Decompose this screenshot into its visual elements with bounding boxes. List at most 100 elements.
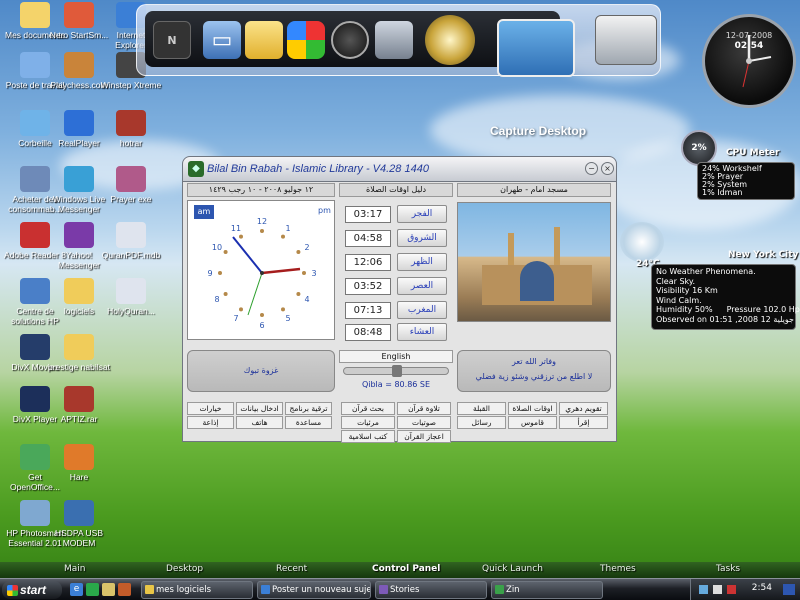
start-button[interactable]: start [2,581,62,599]
menu-item-desktop[interactable]: Desktop [166,564,203,574]
prayer-time-value: 12:06 [345,254,391,271]
pdf-file-icon [116,222,146,248]
toolbar-button[interactable]: بحث قرآن [341,402,395,415]
menu-item-recent[interactable]: Recent [276,564,307,574]
prayer-name-button[interactable]: الظهر [397,253,447,271]
qibla-slider[interactable] [343,365,449,377]
clock-tick [223,292,228,296]
quick-launch-ie-icon[interactable]: e [70,583,83,596]
toolbar-button[interactable]: صوتيات [397,416,451,429]
toolbar-button[interactable]: خيارات [187,402,234,415]
tray-network-icon[interactable] [699,585,708,594]
prayer-name-button[interactable]: العصر [397,277,447,295]
tray-lang-icon[interactable] [783,584,795,595]
toolbar-button[interactable]: كتب اسلامية [341,430,395,443]
chess-icon [64,52,94,78]
toolbar-button[interactable]: ترقية برنامج [285,402,332,415]
toolbar-button[interactable]: اوقات الصلاة [508,402,557,415]
folder-icon [64,278,94,304]
clock-number: 5 [285,314,290,323]
prayer-name-button[interactable]: المغرب [397,301,447,319]
tray-volume-icon[interactable] [713,585,722,594]
hare-icon [64,444,94,470]
toolbar-button[interactable]: اعجاز القرآن [397,430,451,443]
slider-thumb-icon[interactable] [392,365,402,377]
prayer-name-button[interactable]: العشاء [397,323,447,341]
capture-camera-icon[interactable] [497,19,575,77]
analog-clock-widget[interactable]: 12-07-2008 02:54 [702,14,796,108]
window-titlebar[interactable]: ◆ Bilal Bin Rabah - Islamic Library - V4… [182,156,617,182]
winrar-icon [116,110,146,136]
weather-line: Clear Sky. [656,276,696,286]
toolbar-button[interactable]: إذاعة [187,416,234,429]
recycle-bin-icon [20,110,50,136]
start-label: start [20,583,47,597]
toolbar-button[interactable]: مرئيات [341,416,395,429]
computer-icon[interactable]: ▭ [203,21,241,59]
clock-tick [239,234,243,239]
desktop-menu-bar: Main Desktop Recent Control Panel Quick Laun… [0,562,800,578]
desktop-shortcut[interactable]: HSDPA USB MODEM [48,500,110,548]
minimize-button[interactable]: − [585,162,598,175]
desktop-shortcut[interactable]: prestige nabilsat [48,334,110,372]
quick-launch-media-icon[interactable] [118,583,131,596]
toolbar-button[interactable]: مساعدة [285,416,332,429]
toolbar-button[interactable]: رسائل [457,416,506,429]
quick-launch-messenger-icon[interactable] [86,583,99,596]
clock-app-icon[interactable] [595,15,657,65]
language-button[interactable]: English [339,350,453,363]
desktop-shortcut[interactable]: Hare [48,444,110,482]
desktop-shortcut[interactable]: APTIZ.rar [48,386,110,424]
clock-number: 2 [304,243,309,252]
desktop-shortcut[interactable]: HolyQuran... [100,278,162,316]
recycle-bin-icon[interactable] [375,21,413,59]
desktop-shortcut[interactable]: hotrar [100,110,162,148]
menu-item-quick-launch[interactable]: Quick Launch [482,564,543,574]
clock-icon[interactable] [331,21,369,59]
menu-item-main[interactable]: Main [64,564,86,574]
clock-number: 9 [207,269,212,278]
toolbar-button[interactable]: إقرأ [559,416,608,429]
taskbar-button-zin[interactable]: Zin [491,581,603,599]
clock-number: 10 [212,243,222,252]
network-globe-icon[interactable] [425,15,475,65]
tray-security-icon[interactable] [727,585,736,594]
desktop-shortcut[interactable]: QuranPDF.mdb [100,222,162,260]
tray-clock[interactable]: 2:54 [752,583,772,593]
weather-line: Visibility 16 Km [656,286,718,296]
mosque-photo [457,202,611,322]
toolbar-button[interactable]: هاتف [236,416,283,429]
prayer-name-button[interactable]: الشروق [397,229,447,247]
menu-item-tasks[interactable]: Tasks [716,564,740,574]
close-button[interactable]: × [601,162,614,175]
toolbar-button[interactable]: تقويم دهري [559,402,608,415]
folder-documents-icon [20,2,50,28]
toolbar-button[interactable]: ادخال بيانات [236,402,283,415]
cpu-process-list: 24% Workshelf 2% Prayer 2% System 1% Idm… [697,162,795,200]
nexus-logo-icon[interactable]: N [153,21,191,59]
prayer-time-value: 07:13 [345,302,391,319]
quick-launch-desktop-icon[interactable] [102,583,115,596]
clock-number: 4 [304,295,309,304]
prayer-clock-panel: am pm 12 1 2 3 4 5 6 7 8 9 10 11 [187,200,335,340]
prayer-icon [116,166,146,192]
windows-icon[interactable] [287,21,325,59]
clock-tick [296,250,301,254]
nero-icon [64,2,94,28]
desktop-shortcut[interactable]: Prayer exe [100,166,162,204]
toolbar-button[interactable]: قاموس [508,416,557,429]
taskbar-button-poster[interactable]: Poster un nouveau sujet ... [257,581,371,599]
prayer-name-button[interactable]: الفجر [397,205,447,223]
taskbar-button-mes-logiciels[interactable]: mes logiciels [141,581,253,599]
clock-face [742,35,772,88]
toolbar-button[interactable]: تلاوة قرآن [397,402,451,415]
taskbar-button-stories[interactable]: Stories [375,581,487,599]
toolbar-button[interactable]: القبلة [457,402,506,415]
menu-item-control-panel[interactable]: Control Panel [372,564,440,574]
weather-icon [620,222,664,262]
winrar-icon [64,386,94,412]
system-tray: 2:54 [690,579,800,600]
folder-icon[interactable] [245,21,283,59]
menu-item-themes[interactable]: Themes [600,564,636,574]
cpu-meter-title: CPU Meter [726,148,780,158]
